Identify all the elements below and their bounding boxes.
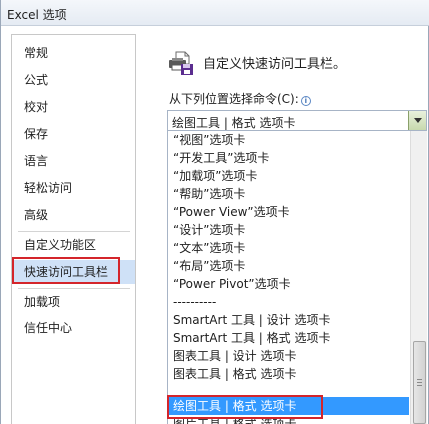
sidebar-item-label: 高级 [24,208,49,222]
list-item-help-tab[interactable]: “帮助”选项卡 [168,185,409,203]
list-item-power-view-tab[interactable]: “Power View”选项卡 [168,203,409,221]
sidebar-item-general[interactable]: 常规 [12,41,135,65]
sidebar-item-label: 校对 [24,100,49,114]
choose-commands-label: 从下列位置选择命令(C): i [169,90,311,107]
list-item-developer-tab[interactable]: “开发工具”选项卡 [168,149,409,167]
commands-listbox[interactable]: “视图”选项卡 “开发工具”选项卡 “加载项”选项卡 “帮助”选项卡 “Powe… [167,131,410,424]
list-item-chart-design-tab[interactable]: 图表工具 | 设计 选项卡 [168,347,409,365]
listbox-scrollbar[interactable] [410,131,427,424]
grip-line [417,379,422,380]
window-title: Excel 选项 [7,8,67,22]
sidebar-item-add-ins[interactable]: 加载项 [12,290,135,314]
list-item-layout-tab[interactable]: “布局”选项卡 [168,257,409,275]
scrollbar-thumb[interactable] [413,341,426,424]
sidebar-item-label: 公式 [24,73,49,87]
sidebar-item-advanced[interactable]: 高级 [12,203,135,227]
sidebar-item-label: 加载项 [24,295,61,309]
sidebar-item-formulas[interactable]: 公式 [12,68,135,92]
grip-line [417,385,422,386]
list-item-smartart-design-tab[interactable]: SmartArt 工具 | 设计 选项卡 [168,311,409,329]
section-title: 自定义快速访问工具栏。 [203,57,347,72]
grip-line [417,382,422,383]
list-item-smartart-format-tab[interactable]: SmartArt 工具 | 格式 选项卡 [168,329,409,347]
list-item-view-tab[interactable]: “视图”选项卡 [168,131,409,149]
sidebar-item-customize-ribbon[interactable]: 自定义功能区 [12,233,135,257]
sidebar-divider [18,231,130,232]
sidebar-item-trust-center[interactable]: 信任中心 [12,316,135,340]
sidebar-item-language[interactable]: 语言 [12,149,135,173]
sidebar-item-label: 自定义功能区 [24,238,97,252]
sidebar-item-proofing[interactable]: 校对 [12,95,135,119]
sidebar-item-ease-of-access[interactable]: 轻松访问 [12,176,135,200]
choose-commands-dropdown[interactable]: 绘图工具 | 格式 选项卡 [167,110,427,131]
info-icon[interactable]: i [300,96,311,106]
choose-commands-text: 从下列位置选择命令(C): [169,92,299,106]
title-bar[interactable]: Excel 选项 [1,0,429,26]
sidebar-item-label: 轻松访问 [24,181,73,195]
list-highlight-box [167,395,323,419]
sidebar-divider [18,288,130,289]
excel-options-dialog: Excel 选项 常规 公式 校对 保存 语言 轻松访问 高级 自定义功能区 快… [0,0,429,424]
options-sidebar: 常规 公式 校对 保存 语言 轻松访问 高级 自定义功能区 快速访问工具栏 加载… [11,34,136,424]
sidebar-item-label: 语言 [24,154,49,168]
sidebar-item-label: 常规 [24,46,49,60]
sidebar-item-label: 保存 [24,127,49,141]
list-item-chart-format-tab[interactable]: 图表工具 | 格式 选项卡 [168,365,409,383]
list-item-add-ins-tab[interactable]: “加载项”选项卡 [168,167,409,185]
chevron-down-icon[interactable] [408,111,426,130]
list-item-design-tab[interactable]: “设计”选项卡 [168,221,409,239]
dropdown-selected-value: 绘图工具 | 格式 选项卡 [172,116,296,130]
list-item-separator[interactable]: ---------- [168,293,409,311]
sidebar-item-label: 信任中心 [24,321,73,335]
sidebar-item-save[interactable]: 保存 [12,122,135,146]
quick-access-toolbar-icon [169,51,193,75]
sidebar-highlight-box [12,257,120,284]
list-item-power-pivot-tab[interactable]: “Power Pivot”选项卡 [168,275,409,293]
list-item-text-tab[interactable]: “文本”选项卡 [168,239,409,257]
